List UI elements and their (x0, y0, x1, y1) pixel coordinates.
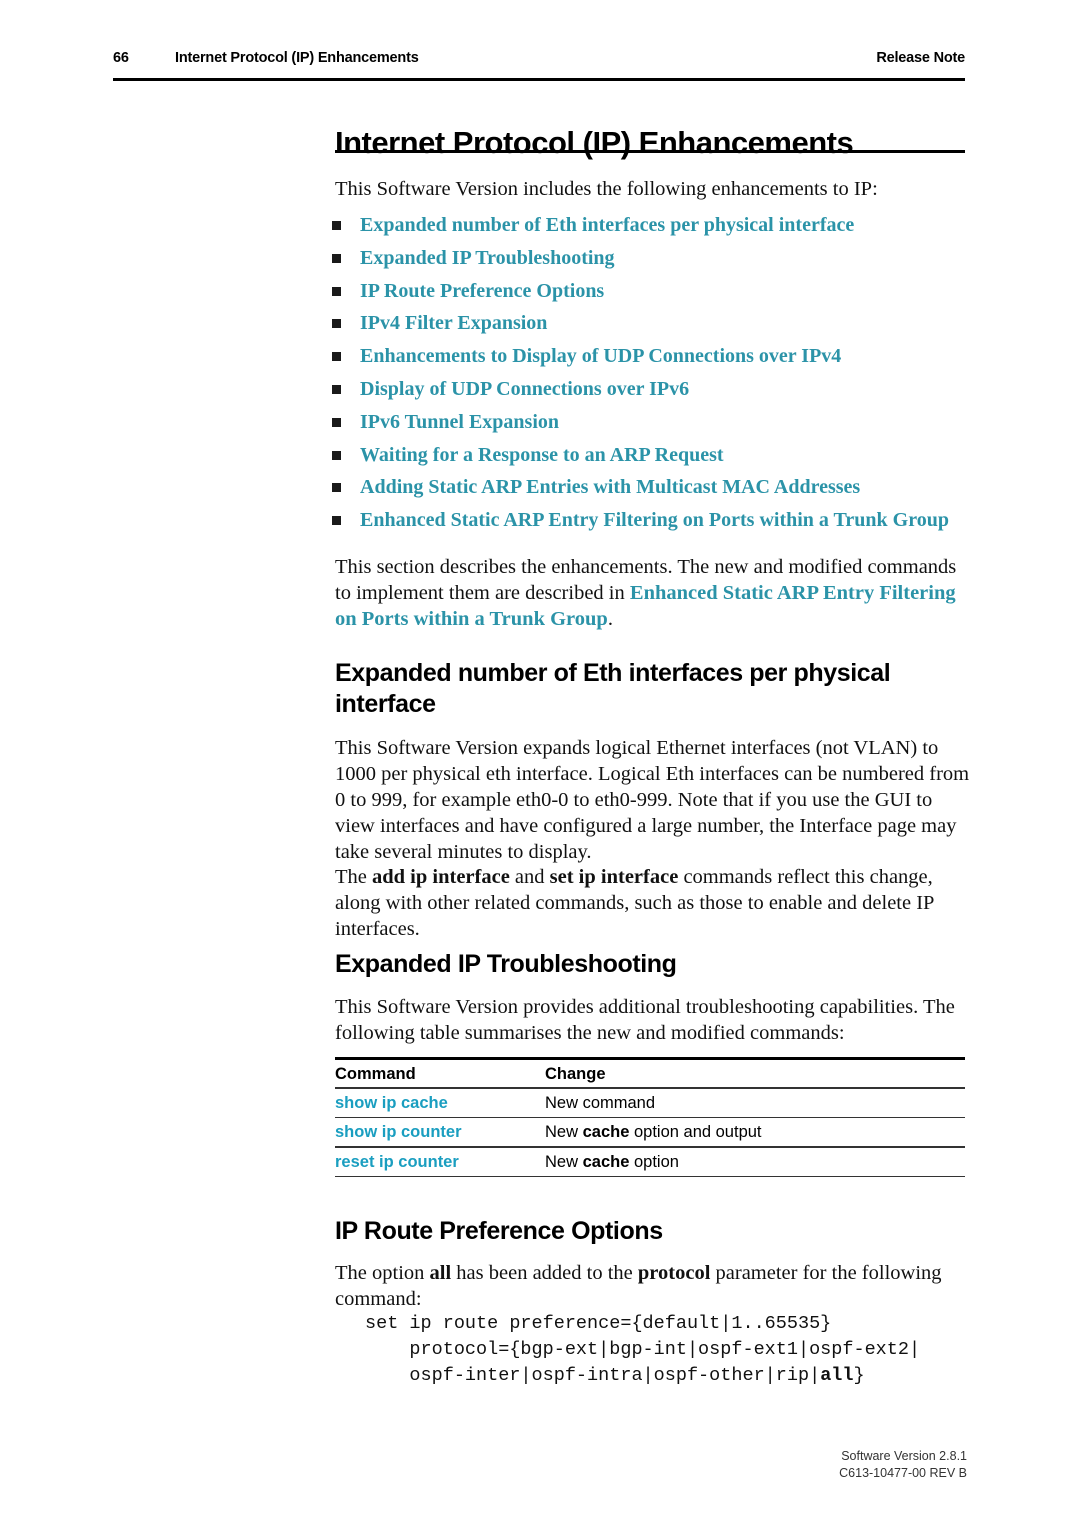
table-row: show ip counter New cache option and out… (335, 1118, 965, 1146)
chapter-title: Internet Protocol (IP) Enhancements (335, 124, 854, 160)
chapter-title-rule (335, 150, 965, 153)
section-route-pref-heading-block: IP Route Preference Options (335, 1216, 975, 1247)
para2-part-a: The (335, 866, 372, 888)
section-troubleshooting-paragraph: This Software Version provides additiona… (335, 996, 955, 1044)
cross-reference-link[interactable]: Expanded number of Eth interfaces per ph… (360, 212, 854, 238)
document-page: 66 Internet Protocol (IP) Enhancements R… (0, 0, 1080, 1528)
commands-table: Command Change show ip cache New command… (335, 1057, 965, 1177)
square-bullet-icon (332, 516, 341, 526)
closing-suffix: . (607, 608, 613, 630)
page-number: 66 (113, 50, 129, 66)
header-rule (113, 78, 965, 81)
table-header-row: Command Change (335, 1060, 965, 1087)
section-eth-para1-block: This Software Version expands logical Et… (335, 735, 975, 865)
command-name-set-ip-interface: set ip interface (549, 866, 679, 888)
change-prefix: New (545, 1123, 583, 1141)
list-item[interactable]: Display of UDP Connections over IPv6 (332, 376, 977, 409)
table-cell-command-link[interactable]: show ip cache (335, 1089, 448, 1117)
parameter-name-protocol: protocol (637, 1262, 711, 1284)
route-para-part-c: has been added to the (451, 1262, 638, 1284)
footer-document-code: C613-10477-00 REV B (839, 1466, 967, 1480)
enhancement-link-list: Expanded number of Eth interfaces per ph… (332, 212, 977, 540)
code-line-3: ospf-inter|ospf-intra|ospf-other|rip| (365, 1365, 821, 1386)
list-item[interactable]: IPv6 Tunnel Expansion (332, 409, 977, 442)
intro-lead-block: This Software Version includes the follo… (335, 176, 975, 202)
code-line-2: protocol={bgp-ext|bgp-int|ospf-ext1|ospf… (365, 1339, 921, 1360)
list-item[interactable]: IP Route Preference Options (332, 278, 977, 311)
change-prefix: New (545, 1152, 583, 1171)
para2-part-c: and (509, 866, 550, 888)
cross-reference-link[interactable]: Enhanced Static ARP Entry Filtering on P… (360, 507, 949, 533)
intro-closing-block: This section describes the enhancements.… (335, 554, 975, 632)
section-route-pref-paragraph: The option all has been added to the pro… (335, 1260, 975, 1312)
square-bullet-icon (332, 417, 341, 427)
section-heading-eth: Expanded number of Eth interfaces per ph… (335, 659, 891, 718)
cross-reference-link[interactable]: Display of UDP Connections over IPv6 (360, 376, 689, 402)
route-para-part-a: The option (335, 1262, 430, 1284)
cross-reference-link[interactable]: Waiting for a Response to an ARP Request (360, 442, 724, 468)
cross-reference-link[interactable]: IPv6 Tunnel Expansion (360, 409, 559, 435)
change-suffix: option and output (629, 1123, 762, 1141)
change-bold-term: cache (582, 1123, 630, 1141)
section-heading-route-preference: IP Route Preference Options (335, 1217, 663, 1245)
code-tail: } (853, 1365, 865, 1386)
cross-reference-link[interactable]: Enhancements to Display of UDP Connectio… (360, 343, 841, 369)
table-bottom-rule (335, 1175, 965, 1177)
list-item[interactable]: Expanded IP Troubleshooting (332, 245, 977, 278)
change-prefix: New command (545, 1093, 656, 1112)
square-bullet-icon (332, 221, 341, 230)
running-header: 66 Internet Protocol (IP) Enhancements R… (113, 50, 965, 76)
column-header-change: Change (545, 1065, 606, 1083)
list-item[interactable]: Enhanced Static ARP Entry Filtering on P… (332, 507, 977, 540)
header-document-type: Release Note (876, 50, 965, 66)
square-bullet-icon (332, 253, 341, 263)
square-bullet-icon (332, 286, 341, 296)
table-row: show ip cache New command (335, 1089, 965, 1117)
square-bullet-icon (332, 450, 341, 460)
square-bullet-icon (332, 352, 341, 362)
square-bullet-icon (332, 384, 341, 394)
table-cell-command-link[interactable]: reset ip counter (335, 1148, 459, 1176)
list-item[interactable]: Expanded number of Eth interfaces per ph… (332, 212, 977, 245)
cross-reference-link[interactable]: Expanded IP Troubleshooting (360, 245, 615, 271)
table-cell-change: New cache option (545, 1148, 679, 1176)
code-bold-option-all: all (820, 1365, 854, 1386)
section-heading-troubleshooting: Expanded IP Troubleshooting (335, 950, 677, 978)
section-eth-para2-block: The add ip interface and set ip interfac… (335, 864, 975, 942)
table-cell-change: New command (545, 1089, 655, 1117)
section-eth-paragraph-1: This Software Version expands logical Et… (335, 737, 970, 863)
list-item[interactable]: Enhancements to Display of UDP Connectio… (332, 343, 977, 376)
header-section-title: Internet Protocol (IP) Enhancements (175, 50, 419, 66)
command-syntax-code-block: set ip route preference={default|1..6553… (365, 1311, 920, 1389)
page-footer: Software Version 2.8.1 C613-10477-00 REV… (839, 1448, 967, 1482)
section-troubleshooting-heading-block: Expanded IP Troubleshooting (335, 949, 975, 980)
list-item[interactable]: IPv4 Filter Expansion (332, 310, 977, 343)
command-name-add-ip-interface: add ip interface (372, 866, 510, 888)
cross-reference-link[interactable]: IPv4 Filter Expansion (360, 310, 547, 336)
footer-software-version: Software Version 2.8.1 (841, 1449, 967, 1463)
change-suffix: option (629, 1152, 679, 1171)
intro-lead-text: This Software Version includes the follo… (335, 178, 878, 200)
square-bullet-icon (332, 483, 341, 493)
table-cell-change: New cache option and output (545, 1118, 762, 1146)
change-bold-term: cache (582, 1152, 630, 1171)
column-header-command: Command (335, 1065, 416, 1083)
section-route-pref-para-block: The option all has been added to the pro… (335, 1260, 975, 1312)
table-row: reset ip counter New cache option (335, 1148, 965, 1176)
list-item[interactable]: Waiting for a Response to an ARP Request (332, 442, 977, 475)
list-item[interactable]: Adding Static ARP Entries with Multicast… (332, 474, 977, 507)
option-name-all: all (429, 1262, 452, 1284)
section-eth-paragraph-2: The add ip interface and set ip interfac… (335, 864, 975, 942)
code-line-1: set ip route preference={default|1..6553… (365, 1313, 832, 1334)
table-cell-command-link[interactable]: show ip counter (335, 1118, 462, 1146)
section-eth-heading-block: Expanded number of Eth interfaces per ph… (335, 658, 975, 720)
cross-reference-link[interactable]: IP Route Preference Options (360, 278, 604, 304)
cross-reference-link[interactable]: Adding Static ARP Entries with Multicast… (360, 474, 860, 500)
intro-closing-text: This section describes the enhancements.… (335, 554, 975, 632)
square-bullet-icon (332, 319, 341, 329)
section-troubleshooting-para-block: This Software Version provides additiona… (335, 994, 975, 1046)
